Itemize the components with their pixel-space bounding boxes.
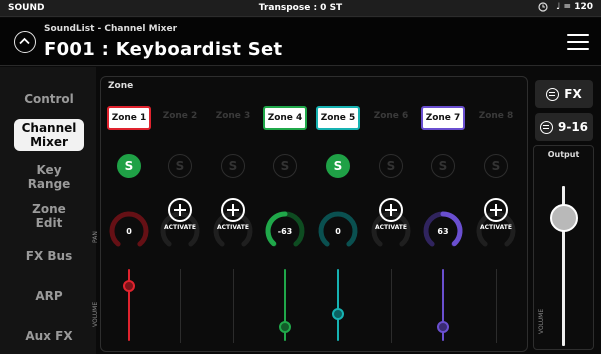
solo-button-8[interactable]: S [484, 154, 508, 178]
activate-label: ACTIVATE [217, 224, 249, 231]
plus-icon [484, 198, 508, 222]
sidebar-item-label: Range [27, 177, 71, 191]
sidebar-item-key-range[interactable]: Key Range [14, 163, 84, 191]
zone-button-6[interactable]: Zone 6 [369, 106, 413, 130]
solo-button-5[interactable]: S [326, 154, 350, 178]
volume-fader-track-5[interactable] [337, 269, 339, 341]
sidebar-item-label: Zone [32, 202, 66, 216]
plus-icon [168, 198, 192, 222]
sidebar-item-fx-bus[interactable]: FX Bus [14, 249, 84, 263]
zone-button-7[interactable]: Zone 7 [421, 106, 465, 130]
sidebar-item-aux-fx[interactable]: Aux FX [14, 329, 84, 343]
volume-label: VOLUME [92, 301, 99, 327]
solo-button-7[interactable]: S [431, 154, 455, 178]
output-volume-fader[interactable] [550, 204, 578, 232]
pan-value: 63 [437, 227, 449, 236]
list-icon [546, 87, 560, 101]
page-title: F001 : Keyboardist Set [44, 39, 283, 60]
solo-button-2[interactable]: S [168, 154, 192, 178]
fader-slot-empty [391, 269, 392, 343]
channel-mixer-panel: Zone PAN VOLUME Zone 1 S 0 Zone 2 S ACTIVATE Z… [92, 76, 528, 352]
pan-value: 0 [335, 227, 341, 236]
sidebar-item-zone-edit[interactable]: Zone Edit [14, 202, 84, 230]
sidebar-item-control[interactable]: Control [14, 92, 84, 106]
plus-icon [379, 198, 403, 222]
sidebar: Control Channel Mixer Key Range Zone Edi… [0, 67, 96, 354]
solo-button-6[interactable]: S [379, 154, 403, 178]
activate-zone-3[interactable]: ACTIVATE [212, 198, 254, 231]
activate-zone-8[interactable]: ACTIVATE [475, 198, 517, 231]
clock-icon [538, 2, 548, 12]
zone-button-5[interactable]: Zone 5 [316, 106, 360, 130]
fader-slot-empty [233, 269, 234, 343]
volume-fader-1[interactable] [123, 279, 135, 292]
zone-button-1[interactable]: Zone 1 [107, 106, 151, 130]
solo-button-3[interactable]: S [221, 154, 245, 178]
chevron-up-icon[interactable] [14, 31, 36, 53]
volume-fader-4[interactable] [279, 320, 291, 333]
sidebar-item-arp[interactable]: ARP [14, 289, 84, 303]
sidebar-item-label: Key [36, 163, 62, 177]
tempo-readout[interactable]: ♩ = 120 [556, 2, 593, 12]
status-bar: SOUND Transpose : 0 ST ♩ = 120 [0, 0, 601, 17]
output-volume-label: VOLUME [538, 308, 545, 334]
zone-heading: Zone [108, 81, 134, 91]
sidebar-item-label: Channel [21, 121, 77, 135]
sidebar-item-channel-mixer[interactable]: Channel Mixer [14, 119, 84, 151]
plus-icon [221, 198, 245, 222]
activate-label: ACTIVATE [375, 224, 407, 231]
list-icon [539, 120, 553, 134]
zone-button-3[interactable]: Zone 3 [211, 106, 255, 130]
fader-slot-empty [496, 269, 497, 343]
fader-slot-empty [180, 269, 181, 343]
pan-value: 0 [126, 227, 132, 236]
activate-zone-6[interactable]: ACTIVATE [370, 198, 412, 231]
output-panel: Output VOLUME [533, 145, 594, 350]
solo-button-4[interactable]: S [273, 154, 297, 178]
volume-fader-7[interactable] [437, 320, 449, 333]
pan-label: PAN [92, 231, 99, 243]
activate-zone-2[interactable]: ACTIVATE [159, 198, 201, 231]
channel-range-label: 9-16 [557, 120, 589, 134]
fx-button[interactable]: FX [535, 80, 593, 108]
sidebar-item-label: Mixer [30, 135, 68, 149]
fx-button-label: FX [564, 87, 582, 101]
pan-value: -63 [277, 227, 293, 236]
volume-fader-5[interactable] [332, 307, 344, 320]
solo-button-1[interactable]: S [117, 154, 141, 178]
zone-button-2[interactable]: Zone 2 [158, 106, 202, 130]
activate-label: ACTIVATE [164, 224, 196, 231]
zone-button-8[interactable]: Zone 8 [474, 106, 518, 130]
transpose-readout[interactable]: Transpose : 0 ST [0, 3, 601, 13]
breadcrumb: SoundList - Channel Mixer [44, 24, 178, 34]
output-title: Output [547, 150, 580, 159]
zone-button-4[interactable]: Zone 4 [263, 106, 307, 130]
menu-icon[interactable] [567, 34, 589, 52]
activate-label: ACTIVATE [480, 224, 512, 231]
sidebar-item-label: Edit [35, 216, 63, 230]
header: SoundList - Channel Mixer F001 : Keyboar… [0, 18, 601, 66]
channel-range-button[interactable]: 9-16 [535, 113, 593, 141]
